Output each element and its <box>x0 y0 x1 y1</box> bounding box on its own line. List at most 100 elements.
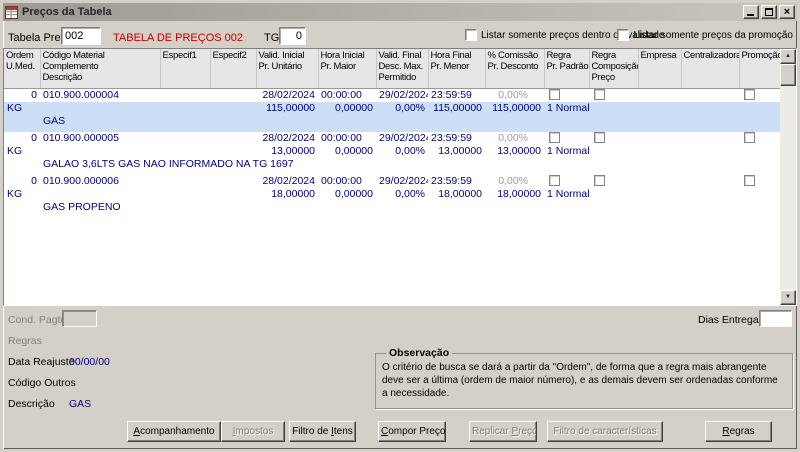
regra-composicao-checkbox[interactable] <box>594 175 605 186</box>
grid-row-values[interactable]: KG115,000000,000000,00%115,00000115,0000… <box>4 102 780 115</box>
observacao-panel: Observação O critério de busca se dará a… <box>375 347 793 409</box>
desc-max-cell: 0,00% <box>376 102 428 115</box>
tabela-preco-input[interactable] <box>61 27 101 45</box>
codigo-material-cell: 010.900.000004 <box>40 88 160 102</box>
pr-desconto-cell: 18,00000 <box>485 188 544 201</box>
grid-cell <box>739 102 780 115</box>
grid-cell <box>4 115 40 132</box>
column-header[interactable]: % ComissãoPr. Desconto <box>485 49 544 88</box>
hora-final-cell: 23:59:59 <box>428 88 485 102</box>
grid-row-values[interactable]: KG18,000000,000000,00%18,0000018,000001 … <box>4 188 780 201</box>
column-header[interactable]: RegraPr. Padrão <box>544 49 589 88</box>
pr-desconto-cell: 115,00000 <box>485 102 544 115</box>
column-header[interactable]: Especif2 <box>210 49 256 88</box>
dias-entrega-label: Dias Entrega <box>698 314 759 326</box>
regra-padrao-checkbox[interactable] <box>549 132 560 143</box>
checkbox-box-icon <box>617 29 629 41</box>
promocao-checkbox[interactable] <box>744 89 755 100</box>
column-header[interactable]: Hora FinalPr. Menor <box>428 49 485 88</box>
pr-maior-cell: 0,00000 <box>318 145 376 158</box>
price-grid-table: OrdemU.Med.Código MaterialComplementoDes… <box>4 49 781 218</box>
button-compor-preco[interactable]: Compor Preço <box>378 421 446 442</box>
close-button[interactable]: × <box>779 5 795 19</box>
column-header[interactable]: Promoção <box>739 49 780 88</box>
column-header[interactable]: Valid. InicialPr. Unitário <box>256 49 318 88</box>
column-header[interactable]: RegraComposiçãoPreço <box>589 49 638 88</box>
grid-row-descricao[interactable]: GALAO 3,6LTS GAS NAO INFORMADO NA TG 169… <box>4 158 780 175</box>
vertical-scrollbar[interactable]: ▲ ▼ <box>780 49 796 305</box>
grid-row-descricao[interactable]: GAS PROPENO <box>4 201 780 218</box>
especif2-cell <box>210 132 256 145</box>
grid-row-descricao[interactable]: GAS <box>4 115 780 132</box>
scroll-up-button[interactable]: ▲ <box>780 49 796 64</box>
button-acompanhamento[interactable]: Acompanhamento <box>127 421 221 442</box>
grid-cell <box>160 145 210 158</box>
cond-pagto-label: Cond. Pagto. <box>8 314 69 326</box>
grid-cell <box>589 175 638 188</box>
scroll-down-button[interactable]: ▼ <box>780 290 796 305</box>
scroll-thumb[interactable] <box>780 64 796 86</box>
app-window: Preços da Tabela × Tabela Preço TABELA D… <box>0 0 800 452</box>
grid-row-main[interactable]: 0010.900.00000528/02/202400:00:0029/02/2… <box>4 132 780 145</box>
codigo-outros-label: Código Outros <box>8 377 76 389</box>
tg-label: TG <box>264 32 279 44</box>
pr-menor-cell: 115,00000 <box>428 102 485 115</box>
grid-cell <box>210 188 256 201</box>
grid-row-main[interactable]: 0010.900.00000428/02/202400:00:0029/02/2… <box>4 88 780 102</box>
regra-padrao-checkbox[interactable] <box>549 89 560 100</box>
tabela-nome-label: TABELA DE PREÇOS 002 <box>113 32 243 44</box>
button-replicar-preco[interactable]: Replicar Preço <box>469 421 537 442</box>
hora-inicial-cell: 00:00:00 <box>318 132 376 145</box>
column-header[interactable]: Hora InicialPr. Maior <box>318 49 376 88</box>
column-header[interactable]: Centralizadora <box>681 49 739 88</box>
promocao-checkbox[interactable] <box>744 132 755 143</box>
comissao-cell: 0,00% <box>485 132 544 145</box>
maximize-button[interactable] <box>761 5 777 19</box>
grid-cell <box>638 145 681 158</box>
button-impostos[interactable]: Impostos <box>221 421 285 442</box>
column-header[interactable]: Especif1 <box>160 49 210 88</box>
grid-row-values[interactable]: KG13,000000,000000,00%13,0000013,000001 … <box>4 145 780 158</box>
regra-padrao-checkbox[interactable] <box>549 175 560 186</box>
grid-row-main[interactable]: 0010.900.00000628/02/202400:00:0029/02/2… <box>4 175 780 188</box>
title-bar[interactable]: Preços da Tabela × <box>3 3 797 21</box>
valid-final-cell: 29/02/2024 <box>376 132 428 145</box>
grid-header-row: OrdemU.Med.Código MaterialComplementoDes… <box>4 49 780 88</box>
column-header[interactable]: Código MaterialComplementoDescrição <box>40 49 160 88</box>
regras-label: Regras <box>8 335 42 347</box>
tg-input[interactable] <box>279 27 306 45</box>
descricao-cell: GAS <box>40 115 780 132</box>
dias-entrega-input[interactable] <box>759 310 792 327</box>
descricao-cell: GALAO 3,6LTS GAS NAO INFORMADO NA TG 169… <box>40 158 780 175</box>
column-header[interactable]: Empresa <box>638 49 681 88</box>
umed-cell: KG <box>4 102 40 115</box>
cond-pagto-input[interactable] <box>62 310 97 327</box>
window-title: Preços da Tabela <box>22 6 743 18</box>
hora-inicial-cell: 00:00:00 <box>318 88 376 102</box>
button-filtro-de-caracteristicas[interactable]: Filtro de características <box>547 421 663 442</box>
descricao-label: Descrição <box>8 398 55 410</box>
button-bar: AcompanhamentoImpostosFiltro de Itens Com… <box>127 421 772 442</box>
column-header[interactable]: Valid. FinalDesc. Max.Permitido <box>376 49 428 88</box>
pr-unitario-cell: 13,00000 <box>256 145 318 158</box>
codigo-material-cell: 010.900.000005 <box>40 132 160 145</box>
window-icon <box>5 6 18 19</box>
grid-cell <box>681 188 739 201</box>
centralizadora-cell <box>681 88 739 102</box>
promocao-checkbox[interactable] <box>744 175 755 186</box>
minimize-icon <box>747 14 754 16</box>
regra-composicao-checkbox[interactable] <box>594 132 605 143</box>
filter-promocao-checkbox[interactable]: Listar somente preços da promoção <box>617 29 793 41</box>
grid-cell <box>4 201 40 218</box>
regra-composicao-checkbox[interactable] <box>594 89 605 100</box>
minimize-button[interactable] <box>743 5 759 19</box>
umed-cell: KG <box>4 188 40 201</box>
column-header[interactable]: OrdemU.Med. <box>4 49 40 88</box>
hora-inicial-cell: 00:00:00 <box>318 175 376 188</box>
grid-cell <box>739 132 780 145</box>
scroll-track[interactable] <box>780 86 796 290</box>
complemento-cell <box>40 102 160 115</box>
grid-cell <box>544 132 589 145</box>
button-regras[interactable]: Regras <box>705 421 772 442</box>
button-filtro-de-itens[interactable]: Filtro de Itens <box>289 421 356 442</box>
